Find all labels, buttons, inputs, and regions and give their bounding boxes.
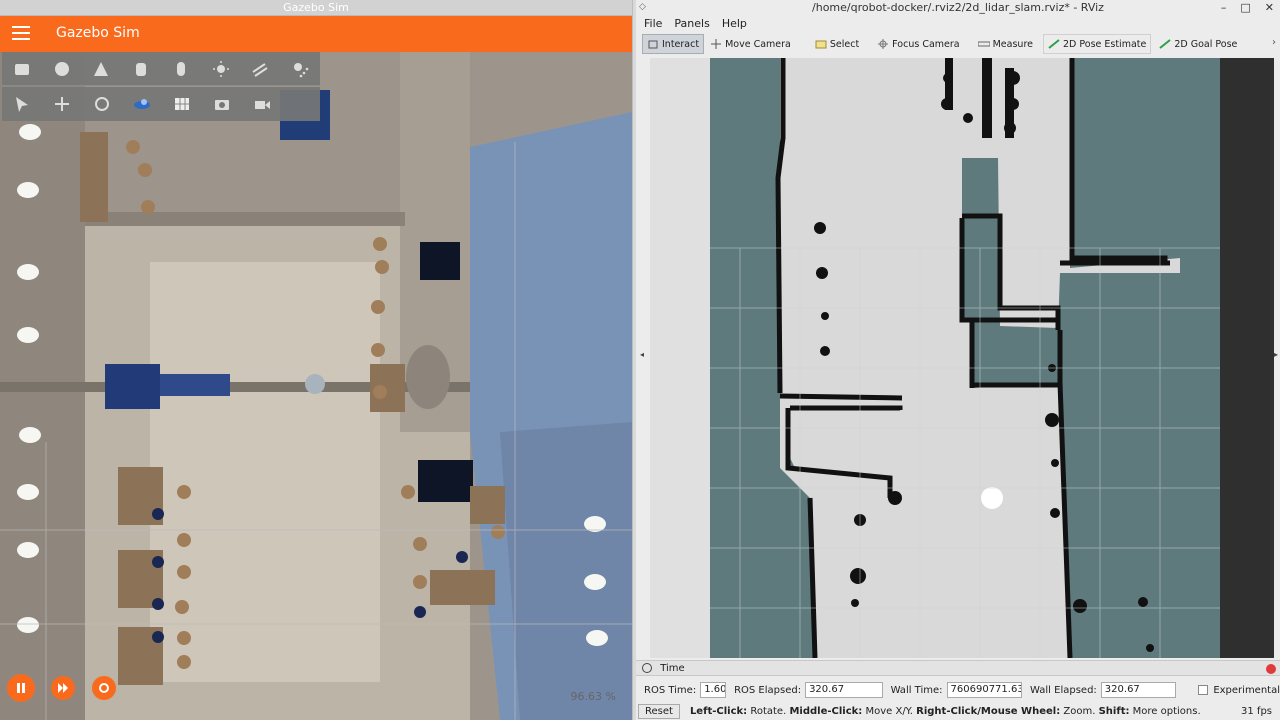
reset-simulation-icon[interactable] (92, 676, 116, 700)
rviz-logo-icon: ◇ (639, 2, 646, 12)
menu-panels[interactable]: Panels (674, 16, 709, 32)
window-controls: – □ ✕ (1221, 1, 1274, 14)
select-tool-label: Select (829, 38, 860, 50)
cylinder-icon[interactable] (121, 52, 161, 86)
move-camera-tool[interactable]: Move Camera (706, 34, 795, 54)
select-tool[interactable]: Select (811, 34, 863, 54)
ros-elapsed-label: ROS Elapsed: (734, 684, 802, 696)
translate-icon[interactable] (42, 87, 82, 121)
rviz-map-viewport[interactable] (650, 58, 1274, 658)
fps-counter: 31 fps (1241, 706, 1272, 717)
goal-pose-icon (1159, 39, 1171, 49)
time-panel-fields: ROS Time: 1.60 ROS Elapsed: 320.67 Wall … (636, 680, 1280, 700)
pose-estimate-tool-label: 2D Pose Estimate (1062, 38, 1147, 50)
gazebo-window-title: Gazebo Sim (0, 0, 632, 16)
help-right-value: Zoom. (1063, 706, 1096, 717)
rviz-status-bar: Reset Left-Click: Rotate. Middle-Click: … (636, 703, 1280, 720)
ros-elapsed-field[interactable]: 320.67 (805, 682, 883, 698)
rviz-menubar: File Panels Help (636, 16, 1280, 32)
toolbar-overflow-icon[interactable]: › (1272, 37, 1276, 48)
measure-icon (977, 41, 990, 47)
clock-icon (642, 663, 652, 673)
mouse-help-text: Left-Click: Rotate. Middle-Click: Move X… (690, 706, 1201, 717)
help-middle-value: Move X/Y. (865, 706, 913, 717)
focus-camera-tool-label: Focus Camera (892, 38, 960, 50)
rviz-toolbar: Interact Move Camera Select Focus Camera… (642, 33, 1274, 55)
hamburger-menu-icon[interactable] (12, 26, 30, 42)
help-shift-key: Shift: (1098, 706, 1130, 717)
help-middle-key: Middle-Click: (789, 706, 863, 717)
interact-tool-label: Interact (662, 38, 700, 50)
left-panel-collapse-icon[interactable]: ◂ (640, 350, 644, 359)
minimize-icon[interactable]: – (1221, 1, 1227, 14)
gazebo-playback-controls (0, 670, 140, 704)
capsule-icon[interactable] (161, 52, 201, 86)
goal-pose-tool-label: 2D Goal Pose (1174, 38, 1238, 50)
pose-estimate-icon (1048, 39, 1060, 49)
gazebo-app-bar: Gazebo Sim (0, 16, 632, 52)
rviz-window-title: /home/qrobot-docker/.rviz2/2d_lidar_slam… (812, 1, 1104, 14)
ros-time-label: ROS Time: (644, 684, 697, 696)
help-left-key: Left-Click: (689, 706, 748, 717)
help-right-key: Right-Click/Mouse Wheel: (916, 706, 1061, 717)
wall-time-field[interactable]: 760690771.63 (946, 682, 1023, 698)
experimental-checkbox[interactable]: Experimental (1198, 685, 1280, 696)
gazebo-app-title: Gazebo Sim (56, 25, 140, 41)
time-panel-header: Time (636, 660, 1280, 676)
sphere-icon[interactable] (42, 52, 82, 86)
record-video-icon[interactable] (242, 87, 282, 121)
interact-tool[interactable]: Interact (642, 34, 705, 54)
directional-light-icon[interactable] (241, 52, 281, 86)
measure-tool[interactable]: Measure (974, 34, 1037, 54)
real-time-factor: 96.63 % (570, 690, 616, 703)
checkbox-icon (1198, 685, 1209, 695)
help-shift-value: More options. (1132, 706, 1201, 717)
select-arrow-icon[interactable] (2, 87, 42, 121)
interact-icon (648, 40, 658, 49)
wall-time-label: Wall Time: (890, 684, 943, 696)
focus-camera-tool[interactable]: Focus Camera (873, 34, 963, 54)
time-panel-title: Time (660, 663, 685, 674)
menu-file[interactable]: File (644, 16, 662, 32)
step-forward-icon[interactable] (51, 676, 75, 700)
measure-tool-label: Measure (992, 38, 1033, 50)
cone-icon[interactable] (82, 52, 122, 86)
help-left-value: Rotate. (750, 706, 787, 717)
wall-elapsed-field[interactable]: 320.67 (1100, 682, 1177, 698)
close-panel-icon[interactable] (1266, 664, 1276, 674)
focus-camera-icon (878, 39, 889, 49)
pause-icon[interactable] (7, 674, 35, 702)
spot-light-icon[interactable] (280, 52, 320, 86)
select-icon (815, 40, 827, 49)
wall-elapsed-label: Wall Elapsed: (1030, 684, 1097, 696)
screenshot-icon[interactable] (202, 87, 242, 121)
ros-time-field[interactable]: 1.60 (700, 682, 727, 698)
sun-light-icon[interactable] (201, 52, 241, 86)
move-camera-icon (711, 39, 722, 49)
goal-pose-tool[interactable]: 2D Goal Pose (1155, 34, 1241, 54)
rviz-window: /home/qrobot-docker/.rviz2/2d_lidar_slam… (636, 0, 1280, 720)
close-icon[interactable]: ✕ (1265, 1, 1274, 14)
maximize-icon[interactable]: □ (1240, 1, 1250, 14)
gazebo-tools-toolbar (2, 87, 320, 121)
view-angle-icon[interactable] (122, 87, 162, 121)
experimental-label: Experimental (1213, 684, 1280, 696)
reset-button[interactable]: Reset (638, 704, 680, 719)
right-panel-collapse-icon[interactable]: ▸ (1274, 350, 1278, 359)
gazebo-window: Gazebo Sim Gazebo Sim 96.63 % (0, 0, 632, 720)
grid-icon[interactable] (162, 87, 202, 121)
box-icon[interactable] (2, 52, 42, 86)
pose-estimate-tool[interactable]: 2D Pose Estimate (1042, 34, 1152, 54)
rotate-icon[interactable] (82, 87, 122, 121)
menu-help[interactable]: Help (722, 16, 747, 32)
gazebo-shapes-toolbar (2, 52, 320, 86)
move-camera-tool-label: Move Camera (725, 38, 791, 50)
gazebo-3d-viewport[interactable] (0, 52, 632, 720)
